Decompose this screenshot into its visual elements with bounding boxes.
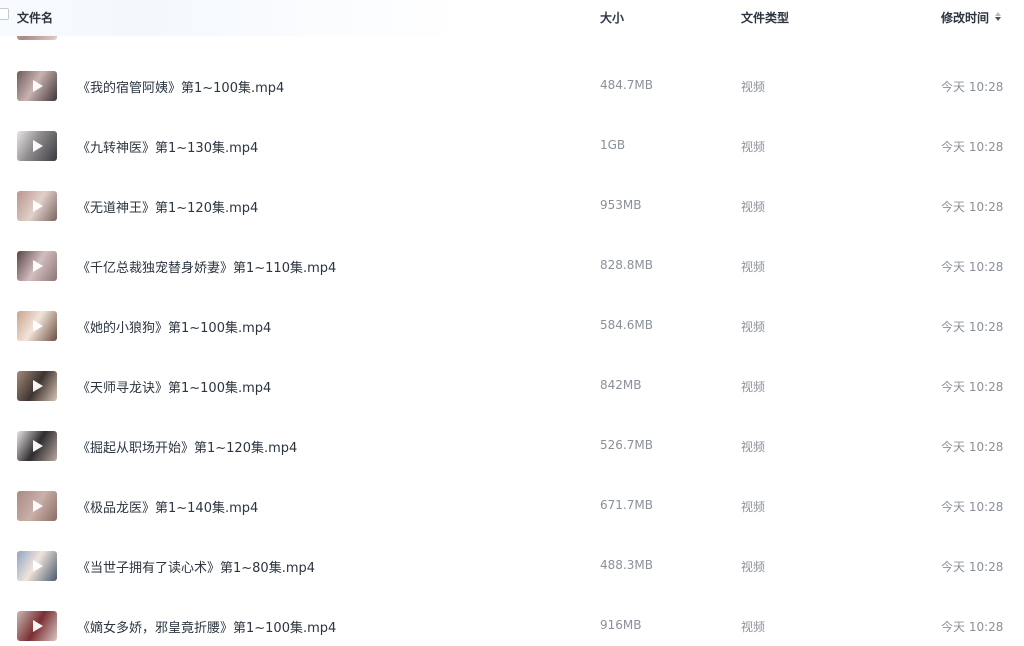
select-all-checkbox[interactable]	[0, 8, 9, 20]
file-modified-time: 今天 10:28	[941, 80, 1004, 94]
play-icon	[33, 80, 43, 92]
file-name[interactable]: 《天师寻龙诀》第1~100集.mp4	[77, 377, 271, 396]
file-name[interactable]: 《当世子拥有了读心术》第1~80集.mp4	[77, 557, 315, 576]
video-thumbnail[interactable]	[17, 491, 57, 521]
file-size: 916MB	[600, 618, 642, 632]
file-name[interactable]: 《嫡女多娇，邪皇竟折腰》第1~100集.mp4	[77, 617, 336, 636]
file-list-page: 文件名 大小 文件类型 修改时间 《我的宿管阿姨》第1~100集.mp4 484…	[0, 0, 1024, 646]
file-modified-time: 今天 10:28	[941, 200, 1004, 214]
column-header-size[interactable]: 大小	[600, 9, 624, 26]
file-row[interactable]: 《无道神王》第1~120集.mp4 953MB 视频 今天 10:28	[0, 176, 1024, 236]
file-type: 视频	[741, 80, 766, 94]
file-modified-time: 今天 10:28	[941, 140, 1004, 154]
file-type: 视频	[741, 320, 766, 334]
file-name[interactable]: 《千亿总裁独宠替身娇妻》第1~110集.mp4	[77, 257, 336, 276]
play-icon	[33, 260, 43, 272]
play-icon	[33, 620, 43, 632]
file-type: 视频	[741, 440, 766, 454]
play-icon	[33, 320, 43, 332]
file-type: 视频	[741, 620, 766, 634]
column-header-modified[interactable]: 修改时间	[941, 9, 989, 26]
file-name[interactable]: 《无道神王》第1~120集.mp4	[77, 197, 258, 216]
play-icon	[33, 380, 43, 392]
file-row[interactable]: 《天师寻龙诀》第1~100集.mp4 842MB 视频 今天 10:28	[0, 356, 1024, 416]
file-size: 484.7MB	[600, 78, 653, 92]
file-size: 842MB	[600, 378, 642, 392]
file-row[interactable]: 《她的小狼狗》第1~100集.mp4 584.6MB 视频 今天 10:28	[0, 296, 1024, 356]
file-row[interactable]: 《九转神医》第1~130集.mp4 1GB 视频 今天 10:28	[0, 116, 1024, 176]
video-thumbnail[interactable]	[17, 131, 57, 161]
file-modified-time: 今天 10:28	[941, 440, 1004, 454]
file-name[interactable]: 《九转神医》第1~130集.mp4	[77, 137, 258, 156]
file-type: 视频	[741, 260, 766, 274]
sort-desc-icon[interactable]	[995, 12, 1001, 22]
file-size: 488.3MB	[600, 558, 653, 572]
file-size: 1GB	[600, 138, 626, 152]
column-header-name[interactable]: 文件名	[17, 9, 53, 26]
file-size: 828.8MB	[600, 258, 653, 272]
file-name[interactable]: 《极品龙医》第1~140集.mp4	[77, 497, 258, 516]
file-row[interactable]: 《我的宿管阿姨》第1~100集.mp4 484.7MB 视频 今天 10:28	[0, 56, 1024, 116]
file-row[interactable]: 《嫡女多娇，邪皇竟折腰》第1~100集.mp4 916MB 视频 今天 10:2…	[0, 596, 1024, 646]
video-thumbnail[interactable]	[17, 311, 57, 341]
file-modified-time: 今天 10:28	[941, 260, 1004, 274]
file-list-header: 文件名 大小 文件类型 修改时间	[0, 0, 1024, 36]
file-name[interactable]: 《她的小狼狗》第1~100集.mp4	[77, 317, 271, 336]
file-type: 视频	[741, 560, 766, 574]
file-size: 584.6MB	[600, 318, 653, 332]
file-modified-time: 今天 10:28	[941, 380, 1004, 394]
play-icon	[33, 140, 43, 152]
file-modified-time: 今天 10:28	[941, 500, 1004, 514]
file-modified-time: 今天 10:28	[941, 620, 1004, 634]
file-row[interactable]: 《千亿总裁独宠替身娇妻》第1~110集.mp4 828.8MB 视频 今天 10…	[0, 236, 1024, 296]
video-thumbnail[interactable]	[17, 431, 57, 461]
file-row[interactable]: 《掘起从职场开始》第1~120集.mp4 526.7MB 视频 今天 10:28	[0, 416, 1024, 476]
file-size: 526.7MB	[600, 438, 653, 452]
video-thumbnail[interactable]	[17, 611, 57, 641]
file-modified-time: 今天 10:28	[941, 320, 1004, 334]
file-name[interactable]: 《我的宿管阿姨》第1~100集.mp4	[77, 77, 284, 96]
file-type: 视频	[741, 500, 766, 514]
play-icon	[33, 200, 43, 212]
file-row[interactable]: 《极品龙医》第1~140集.mp4 671.7MB 视频 今天 10:28	[0, 476, 1024, 536]
file-type: 视频	[741, 380, 766, 394]
video-thumbnail[interactable]	[17, 191, 57, 221]
column-header-type[interactable]: 文件类型	[741, 9, 789, 26]
video-thumbnail[interactable]	[17, 371, 57, 401]
video-thumbnail[interactable]	[17, 71, 57, 101]
file-modified-time: 今天 10:28	[941, 560, 1004, 574]
video-thumbnail[interactable]	[17, 251, 57, 281]
play-icon	[33, 500, 43, 512]
file-type: 视频	[741, 140, 766, 154]
file-size: 953MB	[600, 198, 642, 212]
file-name[interactable]: 《掘起从职场开始》第1~120集.mp4	[77, 437, 297, 456]
video-thumbnail[interactable]	[17, 551, 57, 581]
file-type: 视频	[741, 200, 766, 214]
file-row[interactable]: 《当世子拥有了读心术》第1~80集.mp4 488.3MB 视频 今天 10:2…	[0, 536, 1024, 596]
play-icon	[33, 440, 43, 452]
play-icon	[33, 560, 43, 572]
file-size: 671.7MB	[600, 498, 653, 512]
